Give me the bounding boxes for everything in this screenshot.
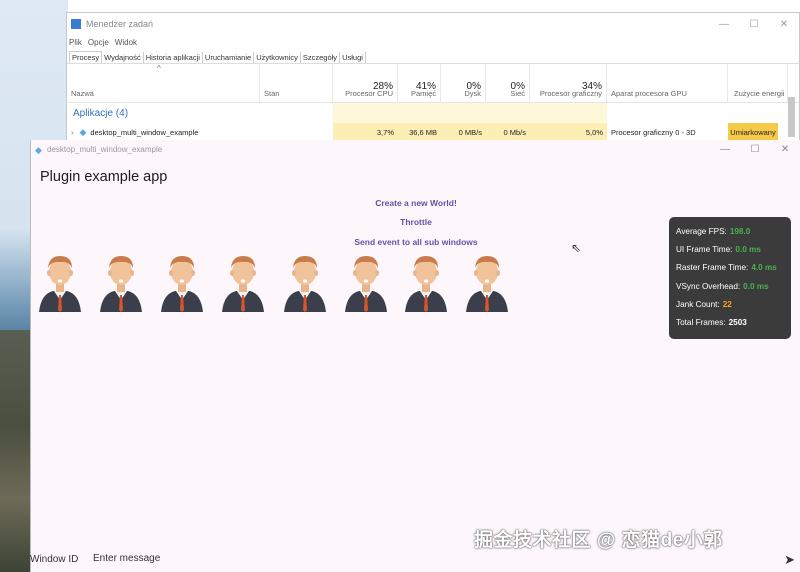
- column-cpu[interactable]: 28% Procesor CPU: [333, 64, 398, 102]
- column-label: Sieć: [510, 89, 525, 98]
- column-label: Procesor graficzny: [539, 89, 602, 98]
- column-siec[interactable]: 0% Sieć: [486, 64, 530, 102]
- menu-opcje[interactable]: Opcje: [88, 38, 109, 47]
- message-bar: Window ID ➤: [30, 550, 800, 570]
- perf-raster-frame: Raster Frame Time: 4.0 ms: [676, 263, 777, 273]
- column-label: Nazwa: [71, 89, 94, 98]
- maximize-button[interactable]: ☐: [739, 13, 769, 35]
- flutter-icon: ◆: [79, 126, 87, 137]
- tab-uslugi[interactable]: Usługi: [340, 52, 366, 63]
- perf-jank: Jank Count: 22: [676, 299, 732, 309]
- cell-memory: 36,6 MB: [398, 123, 441, 141]
- app-window-controls: — ☐ ✕: [710, 140, 800, 159]
- raster-frame-value: 4.0 ms: [751, 263, 777, 273]
- window-id-label: Window ID: [30, 554, 79, 565]
- cell-gpu: 5,0%: [530, 123, 607, 141]
- avatar: [159, 248, 205, 312]
- create-new-world-button[interactable]: Create a new World!: [31, 198, 800, 208]
- cell-network: 0 Mb/s: [486, 123, 530, 141]
- task-manager-icon: [71, 19, 81, 29]
- vertical-scrollbar[interactable]: [788, 97, 795, 137]
- tab-historia[interactable]: Historia aplikacji: [144, 52, 203, 63]
- cell-disk: 0 MB/s: [441, 123, 486, 141]
- cell-gpu-engine: Procesor graficzny 0 - 3D: [611, 127, 696, 137]
- column-label: Aparat procesora GPU: [611, 89, 687, 98]
- process-table-header: ^ Nazwa Stan 28% Procesor CPU 41% Pamięć…: [67, 64, 799, 103]
- message-input[interactable]: [91, 552, 395, 565]
- perf-total-frames: Total Frames: 2503: [676, 318, 747, 328]
- column-label: Zużycie energii: [734, 89, 785, 98]
- minimize-button[interactable]: —: [710, 140, 740, 159]
- app-window-title: desktop_multi_window_example: [47, 145, 163, 154]
- expand-chevron-icon[interactable]: ›: [71, 128, 74, 137]
- column-stan[interactable]: Stan: [260, 64, 333, 102]
- cell-cpu: 3,7%: [333, 123, 398, 141]
- table-row[interactable]: › ◆ desktop_multi_window_example 3,7% 36…: [67, 123, 799, 141]
- tab-uzytkownicy[interactable]: Użytkownicy: [254, 52, 301, 63]
- sort-arrow-icon: ^: [157, 64, 161, 73]
- avatar: [282, 248, 328, 312]
- group-aplikacje[interactable]: Aplikacje (4): [67, 103, 799, 123]
- column-nazwa[interactable]: ^ Nazwa: [67, 64, 260, 102]
- tab-procesy[interactable]: Procesy: [69, 51, 103, 63]
- task-manager-tabs: Procesy Wydajność Historia aplikacji Uru…: [67, 49, 799, 64]
- tab-uruchamianie[interactable]: Uruchamianie: [203, 52, 255, 63]
- tab-wydajnosc[interactable]: Wydajność: [102, 52, 144, 63]
- mouse-cursor-icon: ⇖: [571, 241, 582, 255]
- menu-plik[interactable]: Plik: [69, 38, 82, 47]
- avatar: [464, 248, 510, 312]
- column-gpu[interactable]: 34% Procesor graficzny: [530, 64, 607, 102]
- task-manager-titlebar[interactable]: Menedżer zadań: [67, 13, 799, 35]
- column-label: Procesor CPU: [345, 89, 393, 98]
- performance-overlay: Average FPS: 198.0 UI Frame Time: 0.0 ms R…: [669, 217, 791, 339]
- avatar: [37, 248, 83, 312]
- process-name: desktop_multi_window_example: [90, 127, 199, 137]
- watermark: 掘金技术社区 @ 恋猫de小郭: [474, 530, 723, 551]
- task-manager-title: Menedżer zadań: [86, 19, 154, 29]
- close-button[interactable]: ✕: [770, 140, 800, 159]
- perf-vsync: VSync Overhead: 0.0 ms: [676, 281, 769, 291]
- flutter-icon: ◆: [35, 144, 42, 155]
- perf-ui-frame: UI Frame Time: 0.0 ms: [676, 244, 761, 254]
- perf-fps: Average FPS: 198.0: [676, 226, 751, 236]
- close-button[interactable]: ✕: [769, 13, 799, 35]
- column-power[interactable]: Zużycie energii: [728, 64, 788, 102]
- jank-value: 22: [722, 299, 732, 309]
- tab-szczegoly[interactable]: Szczegóły: [301, 52, 341, 63]
- column-gpu-engine[interactable]: Aparat procesora GPU: [607, 64, 728, 102]
- column-dysk[interactable]: 0% Dysk: [441, 64, 486, 102]
- cell-power: Umiarkowany: [728, 123, 778, 141]
- ui-frame-value: 0.0 ms: [735, 244, 761, 254]
- task-manager-window-controls: — ☐ ✕: [709, 13, 799, 35]
- vsync-value: 0.0 ms: [743, 281, 769, 291]
- fps-value: 198.0: [729, 226, 751, 236]
- send-icon[interactable]: ➤: [784, 552, 795, 568]
- task-manager-menu: Plik Opcje Widok: [67, 35, 799, 49]
- total-frames-value: 2503: [728, 318, 747, 328]
- maximize-button[interactable]: ☐: [740, 140, 770, 159]
- app-window: ◆ desktop_multi_window_example — ☐ ✕ Plu…: [30, 140, 800, 572]
- avatar: [403, 248, 449, 312]
- minimize-button[interactable]: —: [709, 13, 739, 35]
- avatar: [343, 248, 389, 312]
- app-titlebar[interactable]: ◆ desktop_multi_window_example: [31, 140, 800, 159]
- wallpaper-rocks: [0, 330, 30, 572]
- avatar: [98, 248, 144, 312]
- group-label: Aplikacje (4): [73, 107, 129, 119]
- menu-widok[interactable]: Widok: [115, 38, 137, 47]
- column-label: Stan: [264, 89, 280, 98]
- column-label: Dysk: [464, 89, 481, 98]
- column-label: Pamięć: [410, 89, 436, 98]
- column-pamiec[interactable]: 41% Pamięć: [398, 64, 441, 102]
- page-title: Plugin example app: [40, 169, 168, 185]
- avatar: [220, 248, 266, 312]
- group-highlight: [333, 103, 607, 123]
